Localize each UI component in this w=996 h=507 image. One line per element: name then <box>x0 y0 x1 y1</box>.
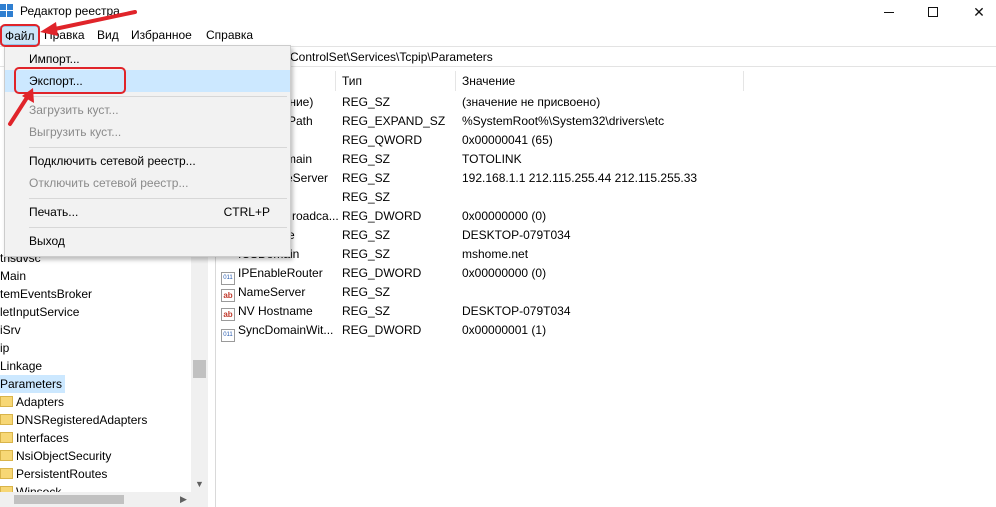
arrow-to-file-menu <box>40 10 137 36</box>
annotation-arrows <box>8 10 137 126</box>
arrow-to-export-item <box>8 88 34 126</box>
